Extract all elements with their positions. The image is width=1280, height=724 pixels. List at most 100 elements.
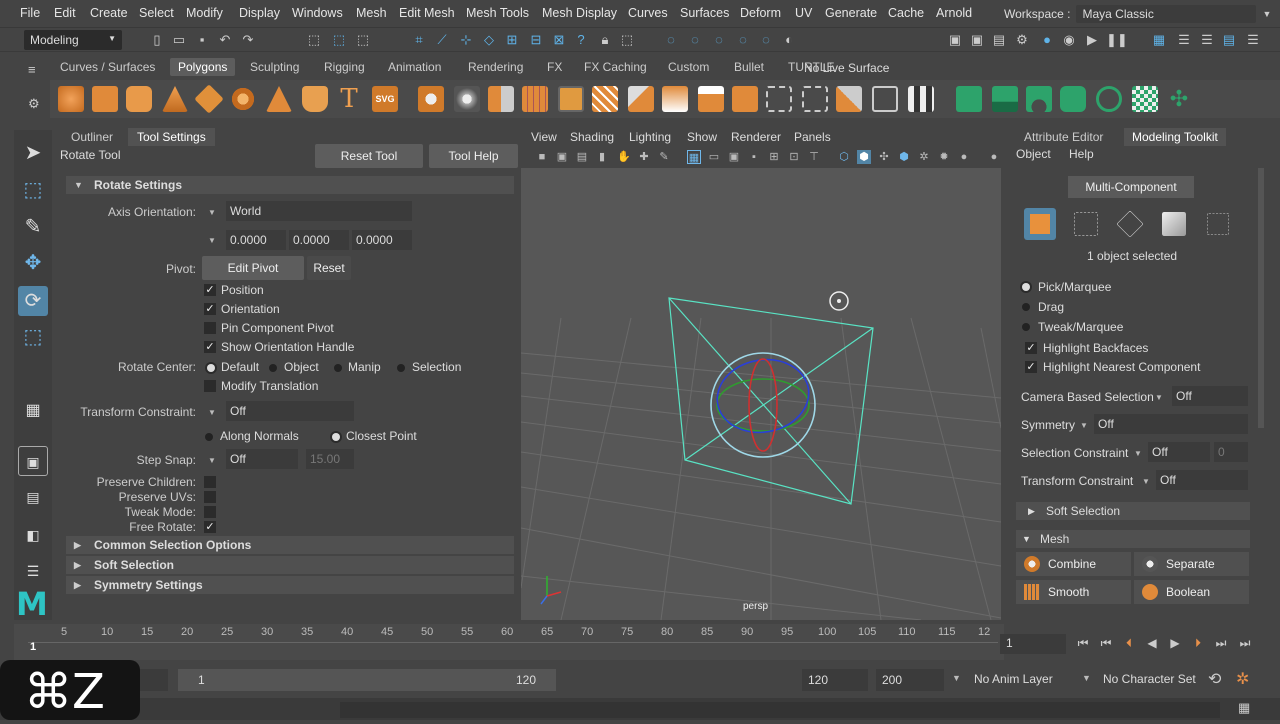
go-to-end-icon[interactable]: ⏭ bbox=[1236, 634, 1254, 652]
rotate-tool-icon[interactable]: ⟳ bbox=[18, 286, 48, 316]
uv-automatic-icon[interactable] bbox=[1096, 86, 1122, 112]
axis-values-dropdown-icon[interactable]: ▼ bbox=[208, 236, 216, 245]
symmetry-settings-header[interactable]: ▶ Symmetry Settings bbox=[66, 576, 514, 594]
character-set-label[interactable]: No Character Set bbox=[1103, 672, 1196, 686]
edge-mode-icon[interactable] bbox=[1116, 210, 1144, 238]
arnold-render-icon[interactable]: ◉ bbox=[1060, 31, 1078, 49]
resolution-gate-icon[interactable]: ▣ bbox=[727, 150, 741, 164]
step-back-frame-icon[interactable]: ⏴ bbox=[1120, 634, 1138, 652]
uv-planar-icon[interactable] bbox=[992, 86, 1018, 112]
render-region-icon[interactable]: ▣ bbox=[946, 31, 964, 49]
reset-pivot-button[interactable]: Reset bbox=[307, 256, 351, 280]
toolkit-soft-selection-header[interactable]: ▶ Soft Selection bbox=[1016, 502, 1250, 520]
attribute-editor-toggle-icon[interactable]: ☰ bbox=[1175, 31, 1193, 49]
transform-constraint-dropdown[interactable]: Off bbox=[226, 401, 354, 421]
scale-tool-icon[interactable]: ⬚ bbox=[18, 322, 48, 352]
shelf-tab-custom[interactable]: Custom bbox=[668, 60, 709, 74]
shelf-tab-fx[interactable]: FX bbox=[547, 60, 562, 74]
insert-edge-loop-icon[interactable] bbox=[766, 86, 792, 112]
menu-create[interactable]: Create bbox=[90, 6, 128, 20]
poly-cube-icon[interactable] bbox=[92, 86, 118, 112]
shelf-tab-bullet[interactable]: Bullet bbox=[734, 60, 764, 74]
open-scene-icon[interactable]: ▭ bbox=[170, 31, 188, 49]
selection-mask-3-icon[interactable]: ◌ bbox=[757, 31, 775, 49]
selection-constraint-dropdown-icon[interactable]: ▼ bbox=[1134, 449, 1142, 458]
ambient-occlusion-icon[interactable]: ● bbox=[957, 150, 971, 164]
lock-icon[interactable]: 🔒︎ bbox=[596, 31, 614, 49]
wireframe-icon[interactable]: ⬡ bbox=[837, 150, 851, 164]
snap-projected-center-icon[interactable]: ◇ bbox=[480, 31, 498, 49]
channel-box-toggle-icon[interactable]: ▤ bbox=[1220, 31, 1238, 49]
combine-icon[interactable] bbox=[418, 86, 444, 112]
menu-mesh-display[interactable]: Mesh Display bbox=[542, 6, 617, 20]
highlight-backfaces-checkbox[interactable]: ✓ bbox=[1025, 342, 1037, 354]
range-slider[interactable]: 1 120 bbox=[178, 669, 556, 691]
poly-svg-icon[interactable]: SVG bbox=[372, 86, 398, 112]
layer-editor-toggle-icon[interactable]: ☰ bbox=[1244, 31, 1262, 49]
object-mode-icon[interactable] bbox=[1024, 208, 1056, 240]
tweak-mode-checkbox[interactable] bbox=[204, 506, 216, 518]
field-chart-icon[interactable]: ⊞ bbox=[767, 150, 781, 164]
separate-icon[interactable] bbox=[454, 86, 480, 112]
ipr-render-icon[interactable]: ▤ bbox=[990, 31, 1008, 49]
select-hierarchy-icon[interactable]: ⬚ bbox=[305, 31, 323, 49]
snap-point-icon[interactable]: ⊹ bbox=[457, 31, 475, 49]
snap-surface-icon[interactable]: ⊟ bbox=[527, 31, 545, 49]
time-slider[interactable]: 5 10 15 20 25 30 35 40 45 50 55 60 65 70… bbox=[14, 624, 1004, 660]
position-checkbox[interactable]: ✓ bbox=[204, 284, 216, 296]
uv-editor-icon[interactable] bbox=[956, 86, 982, 112]
edit-pivot-button[interactable]: Edit Pivot bbox=[202, 256, 304, 280]
perspective-viewport[interactable]: View Shading Lighting Show Renderer Pane… bbox=[521, 128, 1001, 620]
offset-edge-loop-icon[interactable] bbox=[802, 86, 828, 112]
snap-curve-icon[interactable]: ⟋ bbox=[433, 31, 451, 49]
safe-action-icon[interactable]: ⊡ bbox=[787, 150, 801, 164]
lasso-tool-icon[interactable]: ⬚ bbox=[18, 175, 48, 205]
menu-set-dropdown[interactable]: Modeling ▼ bbox=[24, 30, 122, 50]
symmetry-dropdown[interactable]: Off bbox=[1094, 414, 1248, 434]
tool-help-button[interactable]: Tool Help bbox=[429, 144, 518, 168]
poly-pipe-icon[interactable] bbox=[302, 86, 328, 112]
step-snap-dropdown[interactable]: Off bbox=[226, 449, 298, 469]
play-backwards-icon[interactable]: ◀ bbox=[1143, 634, 1161, 652]
play-forwards-icon[interactable]: ▶ bbox=[1166, 634, 1184, 652]
free-rotate-checkbox[interactable]: ✓ bbox=[204, 521, 216, 533]
multi-cut-icon[interactable] bbox=[628, 86, 654, 112]
camera-based-selection-dropdown[interactable]: Off bbox=[1172, 386, 1248, 406]
mirror-icon[interactable] bbox=[488, 86, 514, 112]
shelf-tab-rendering[interactable]: Rendering bbox=[468, 60, 523, 74]
shelf-tab-polygons[interactable]: Polygons bbox=[170, 58, 236, 76]
menu-arnold[interactable]: Arnold bbox=[936, 6, 972, 20]
move-tool-icon[interactable]: ✥ bbox=[18, 248, 48, 278]
axis-y-field[interactable]: 0.0000 bbox=[289, 230, 349, 250]
viewport-menu-show[interactable]: Show bbox=[687, 130, 717, 144]
menu-display[interactable]: Display bbox=[239, 6, 280, 20]
step-snap-dropdown-icon[interactable]: ▼ bbox=[208, 456, 216, 465]
menu-uv[interactable]: UV bbox=[795, 6, 812, 20]
snap-view-plane-icon[interactable]: ⊞ bbox=[503, 31, 521, 49]
combine-button[interactable]: Combine bbox=[1016, 552, 1131, 576]
persp-outliner-layout-icon[interactable]: ▤ bbox=[18, 482, 48, 512]
menu-file[interactable]: File bbox=[20, 6, 40, 20]
shelf-tab-turtle[interactable]: TURTLE bbox=[788, 60, 834, 74]
outliner-layout-icon[interactable]: ☰ bbox=[18, 556, 48, 586]
render-settings-icon[interactable]: ⚙ bbox=[1013, 31, 1031, 49]
common-selection-options-header[interactable]: ▶ Common Selection Options bbox=[66, 536, 514, 554]
arnold-ipr-icon[interactable]: ▶ bbox=[1083, 31, 1101, 49]
tab-outliner[interactable]: Outliner bbox=[62, 128, 122, 146]
gate-mask-icon[interactable]: ▪ bbox=[747, 150, 761, 164]
go-to-start-icon[interactable]: ⏮ bbox=[1074, 634, 1092, 652]
current-frame-field[interactable]: 1 bbox=[1000, 634, 1066, 654]
modeling-toolkit-toggle-icon[interactable]: ▦ bbox=[1150, 31, 1168, 49]
pin-component-pivot-checkbox[interactable] bbox=[204, 322, 216, 334]
rotate-center-selection-radio[interactable] bbox=[397, 364, 405, 372]
shelf-menu-icon[interactable]: ≡ bbox=[28, 62, 36, 77]
pick-marquee-radio[interactable] bbox=[1022, 283, 1030, 291]
toolkit-menu-object[interactable]: Object bbox=[1016, 147, 1051, 161]
poly-cone-icon[interactable] bbox=[162, 86, 188, 112]
select-object-icon[interactable]: ⬚ bbox=[330, 31, 348, 49]
shadows-icon[interactable]: ✹ bbox=[937, 150, 951, 164]
step-back-key-icon[interactable]: ⏮ bbox=[1097, 634, 1115, 652]
extrude-icon[interactable] bbox=[558, 86, 584, 112]
step-forward-key-icon[interactable]: ⏭ bbox=[1212, 634, 1230, 652]
undo-icon[interactable]: ↶ bbox=[216, 31, 234, 49]
